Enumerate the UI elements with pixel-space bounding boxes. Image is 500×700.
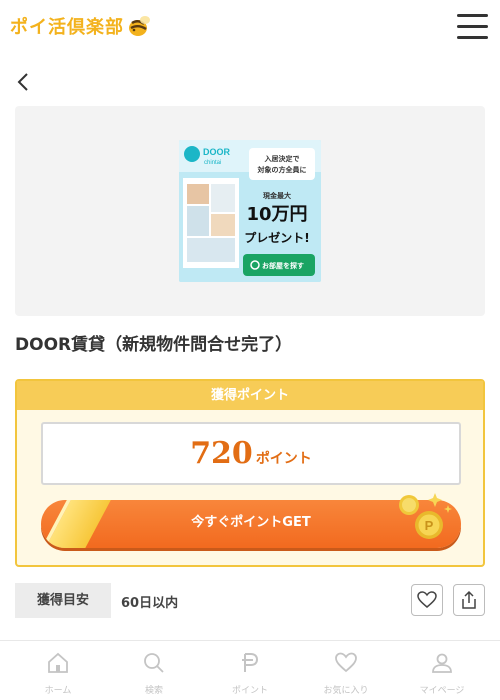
svg-text:対象の方全員に: 対象の方全員に [257,165,307,174]
eta-value: 60日以内 [121,596,179,611]
offer-title: DOOR賃貸（新規物件問合せ完了） [15,335,293,355]
point-icon [242,653,259,672]
share-icon [462,590,476,609]
menu-bar [457,14,488,17]
point-card: 獲得ポイント 720 ポイント 今すぐポイントGET P [15,379,485,567]
banner-present: プレゼント! [244,230,309,245]
user-icon [432,653,452,673]
nav-label: マイページ [419,686,465,696]
heart-icon [417,591,437,608]
banner-brand: DOOR [203,147,231,157]
nav-label: ポイント [231,686,268,696]
points-header: 獲得ポイント [17,381,483,410]
back-chevron-icon[interactable] [15,72,33,92]
banner-amount: 10万円 [246,204,307,225]
nav-item-point[interactable]: ポイント [210,641,290,700]
svg-text:入居決定で: 入居決定で [264,154,300,163]
banner-button: お部屋を探す [262,261,304,270]
offer-banner-image[interactable]: DOOR chintai 入居決定で 対象の方全員に 現金最大 10万円 プレゼ… [179,140,321,282]
logo[interactable]: ポイ活倶楽部 [10,13,152,39]
nav-item-home[interactable]: ホーム [18,641,98,700]
points-box: 720 ポイント [41,422,461,485]
logo-text: ポイ活倶楽部 [10,17,124,38]
share-button[interactable] [453,584,485,616]
heart-icon [335,652,357,673]
banner-container: DOOR chintai 入居決定で 対象の方全員に 現金最大 10万円 プレゼ… [15,106,485,316]
banner-cash-label: 現金最大 [263,191,291,200]
menu-bar [457,36,488,39]
bee-icon [129,16,150,36]
svg-text:P: P [425,518,434,533]
page: ポイ活倶楽部 DOOR chintai 入居決定で 対象の方全員に 現金最大 1… [0,0,500,700]
points-unit: ポイント [255,451,312,467]
search-icon [144,653,164,673]
favorite-button[interactable] [411,584,443,616]
banner-brand-sub: chintai [204,160,221,166]
menu-bar [457,25,488,28]
coins-icon: P [399,493,452,539]
header: ポイ活倶楽部 [0,0,500,56]
nav-label: お気に入り [323,686,369,696]
menu-button[interactable] [457,14,488,42]
nav-item-search[interactable]: 検索 [114,641,194,700]
bottom-nav: ホーム 検索 ポイント お気に入り マイページ [0,640,500,700]
nav-item-mypage[interactable]: マイページ [402,641,482,700]
home-icon [48,652,68,673]
nav-item-favorites[interactable]: お気に入り [306,641,386,700]
eta-label: 獲得目安 [15,583,111,618]
points-value: 720 [190,436,253,471]
main-content: DOOR chintai 入居決定で 対象の方全員に 現金最大 10万円 プレゼ… [0,56,500,640]
nav-label: 検索 [144,686,163,696]
banner-graphic: DOOR chintai 入居決定で 対象の方全員に 現金最大 10万円 プレゼ… [179,140,321,282]
nav-label: ホーム [44,686,72,696]
